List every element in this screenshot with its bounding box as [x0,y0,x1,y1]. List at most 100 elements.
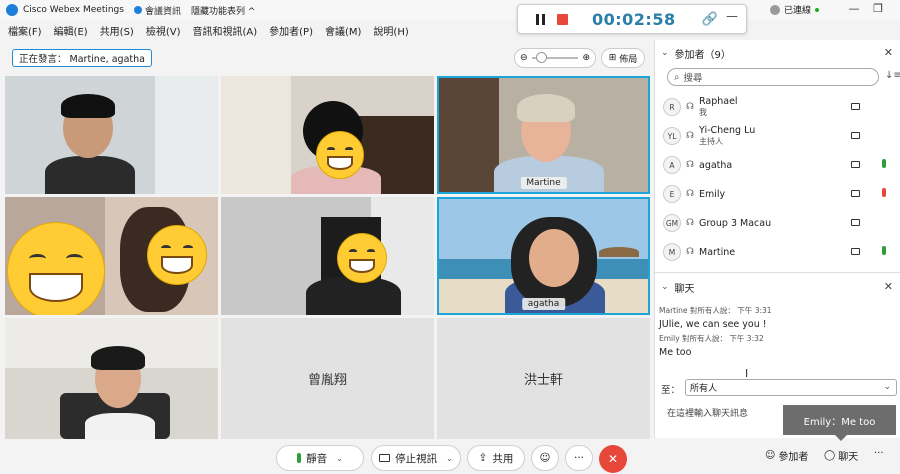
video-tile[interactable] [5,318,218,439]
video-tile-no-video[interactable]: 曾胤翔 [221,318,434,439]
participants-panel-title: 參加者（9） [674,49,731,61]
menu-share[interactable]: 共用(S) [100,23,134,38]
participants-panel-header[interactable]: ⌄ 參加者（9） ✕ [655,42,900,64]
webex-logo-icon [6,4,18,16]
minimize-window-button[interactable]: — [844,2,864,15]
chevron-down-icon[interactable]: ⌄ [446,454,453,463]
participant-row-raphael[interactable]: R ☊ Raphael 我 [663,94,893,120]
chat-panel-header[interactable]: ⌄ 聊天 ✕ [655,276,900,298]
headphone-icon: ☊ [686,131,694,141]
mute-button[interactable]: 靜音 ⌄ [276,445,364,471]
microphone-icon [297,453,302,463]
stop-recording-button[interactable] [557,13,568,25]
sort-icon[interactable]: ↓≡ [885,70,900,81]
headphone-icon: ☊ [686,247,694,257]
chevron-down-icon[interactable]: ⌄ [336,454,343,463]
search-icon: ⌕ [674,71,680,83]
participants-button[interactable]: ☺ 參加者 [765,448,808,463]
zoom-control: ⊖ ⊕ [514,48,596,68]
close-chat-icon[interactable]: ✕ [884,280,893,293]
tile-name-label: agatha [521,298,566,310]
connection-status: 已連線 [770,3,820,16]
toolbar-more-button[interactable]: ··· [874,448,884,459]
hide-menu-button[interactable]: 隱藏功能表列 ^ [191,4,255,17]
video-tile-no-video[interactable]: 洪士軒 [437,318,650,439]
chat-message-meta: Martine 對所有人說： 下午 3:31 [659,306,772,315]
video-tile[interactable] [221,197,434,315]
camera-icon [379,454,391,462]
recorder-bar: 00:02:58 🔗 — [517,4,747,34]
connection-icon [770,4,780,15]
info-icon [133,6,142,14]
chat-button[interactable]: ◯ 聊天 [824,448,858,463]
chevron-down-icon[interactable]: ⌄ [661,282,669,292]
participant-row-martine[interactable]: M ☊ Martine [663,239,893,265]
video-grid: Martine agatha 曾胤翔 洪士軒 [5,76,650,439]
more-options-button[interactable]: ··· [565,445,593,471]
participant-row-agatha[interactable]: A ☊ agatha [663,152,893,178]
chat-recipient-select[interactable]: 所有人 ⌄ [685,379,897,396]
video-tile-martine[interactable]: Martine [437,76,650,194]
connected-dot-icon [815,7,820,12]
video-tile-agatha[interactable]: agatha [437,197,650,315]
reactions-button[interactable]: ☺ [531,445,559,471]
chat-notification-tooltip: Emily：Me too [783,405,896,441]
participant-row-yi-cheng-lu[interactable]: YL ☊ Yi-Cheng Lu 主持人 [663,123,893,149]
video-tile[interactable] [221,76,434,194]
share-button[interactable]: ⇪ 共用 [467,445,525,471]
person-icon: ☺ [765,450,776,461]
recorder-minimize-button[interactable]: — [726,9,738,23]
app-title: Cisco Webex Meetings [23,5,124,15]
tile-name-label: Martine [520,177,567,189]
emoji-overlay [337,233,387,283]
close-icon: ✕ [607,452,619,466]
chat-message-meta: Emily 對所有人說： 下午 3:32 [659,334,764,343]
zoom-slider-knob[interactable] [535,52,547,63]
layout-button[interactable]: ⊞ 佈局 [601,48,645,68]
menu-file[interactable]: 檔案(F) [8,23,42,38]
recording-timer: 00:02:58 [592,9,676,29]
chat-message-input[interactable]: 在這裡輸入聊天訊息 [667,406,748,419]
microphone-muted-icon [882,188,886,197]
zoom-in-icon[interactable]: ⊕ [582,53,590,63]
text-cursor-icon: I [745,367,749,380]
participant-search-input[interactable]: ⌕ 搜尋 [667,68,879,86]
microphone-icon [882,246,886,255]
headphone-icon: ☊ [686,189,694,199]
stop-video-button[interactable]: 停止視訊 ⌄ [371,445,461,471]
camera-icon [851,103,860,110]
avatar: A [663,156,681,174]
camera-icon [851,190,860,197]
camera-icon [851,161,860,168]
speaking-indicator: 正在發言： Martine, agatha [12,49,152,67]
menu-participant[interactable]: 參加者(P) [269,23,313,38]
meeting-toolbar: 靜音 ⌄ 停止視訊 ⌄ ⇪ 共用 ☺ ··· ✕ ☺ 參加者 ◯ 聊天 ··· [0,440,900,474]
end-meeting-button[interactable]: ✕ [599,445,627,473]
avatar: E [663,185,681,203]
camera-icon [851,248,860,255]
panel-divider [655,272,900,273]
microphone-icon [882,159,886,168]
menu-view[interactable]: 檢視(V) [146,23,181,38]
zoom-slider[interactable] [531,52,579,63]
link-icon[interactable]: 🔗 [702,12,718,27]
chat-panel-title: 聊天 [674,283,695,295]
zoom-out-icon[interactable]: ⊖ [520,53,528,63]
close-participants-icon[interactable]: ✕ [884,46,893,59]
video-tile[interactable] [5,76,218,194]
menu-help[interactable]: 說明(H) [373,23,408,38]
participant-row-emily[interactable]: E ☊ Emily [663,181,893,207]
participant-row-group-3-macau[interactable]: GM ☊ Group 3 Macau [663,210,893,236]
video-tile[interactable] [5,197,218,315]
avatar: R [663,98,681,116]
emoji-overlay [7,222,105,315]
pause-recording-button[interactable] [536,13,545,25]
emoji-overlay [316,131,364,179]
menu-meeting[interactable]: 會議(M) [325,23,361,38]
menu-audio-video[interactable]: 音訊和視訊(A) [193,23,258,38]
chevron-down-icon[interactable]: ⌄ [661,48,669,58]
headphone-icon: ☊ [686,160,694,170]
meeting-info-button[interactable]: 會議資訊 [133,4,181,17]
restore-window-button[interactable]: ❐ [868,2,888,15]
menu-edit[interactable]: 編輯(E) [54,23,88,38]
